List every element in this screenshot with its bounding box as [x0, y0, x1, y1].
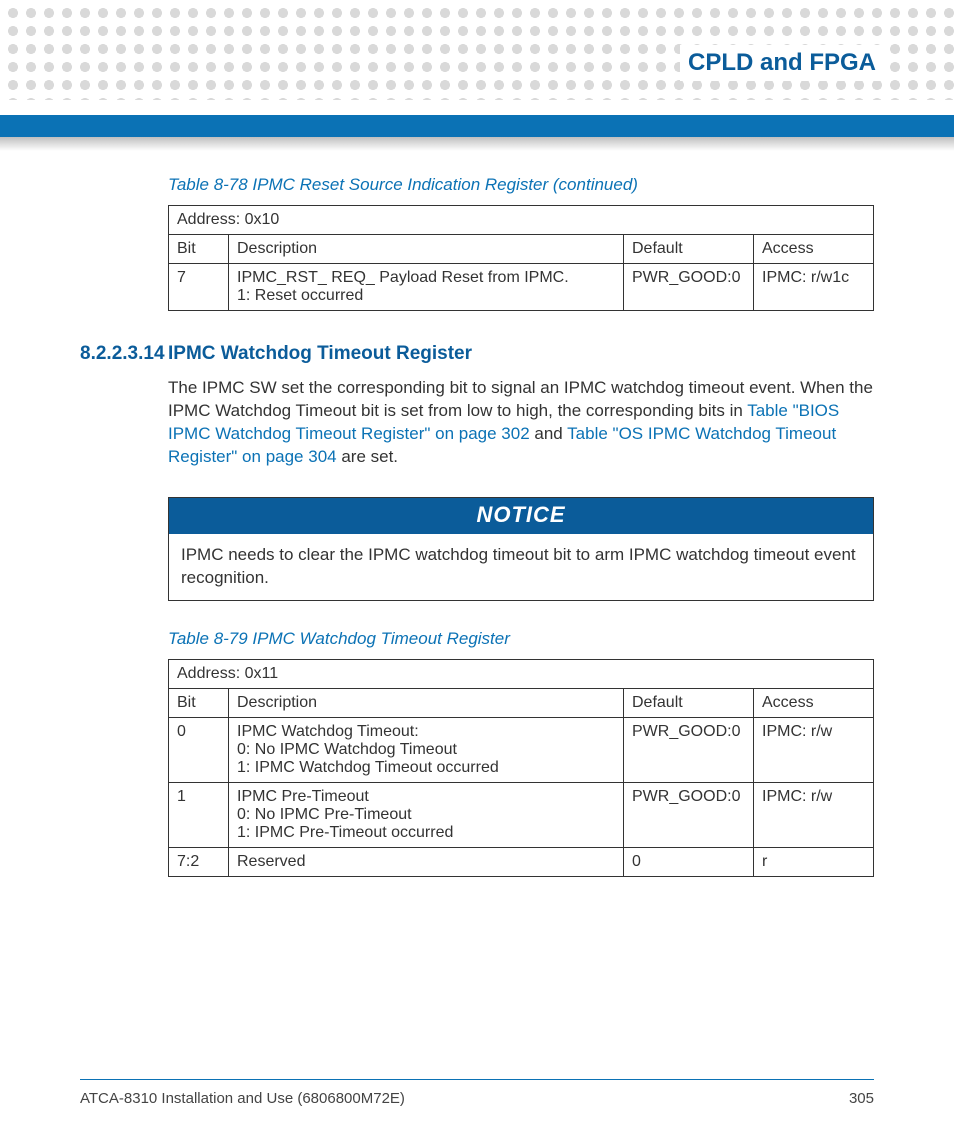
- cell-default: PWR_GOOD:0: [624, 264, 754, 311]
- col-header: Bit: [169, 235, 229, 264]
- notice-header: NOTICE: [169, 498, 873, 534]
- col-header: Access: [754, 688, 874, 717]
- footer-page-number: 305: [849, 1090, 874, 1107]
- cell-bit: 1: [169, 782, 229, 847]
- section-number: 8.2.2.3.14: [80, 343, 168, 365]
- col-header: Default: [624, 688, 754, 717]
- footer-rule: [80, 1079, 874, 1080]
- notice-body: IPMC needs to clear the IPMC watchdog ti…: [169, 534, 873, 600]
- table-78-caption: Table 8-78 IPMC Reset Source Indication …: [168, 175, 874, 195]
- col-header: Description: [229, 235, 624, 264]
- cell-access: r: [754, 847, 874, 876]
- notice-box: NOTICE IPMC needs to clear the IPMC watc…: [168, 497, 874, 601]
- cell-access: IPMC: r/w: [754, 782, 874, 847]
- page-footer: ATCA-8310 Installation and Use (6806800M…: [80, 1079, 874, 1107]
- cell-bit: 7:2: [169, 847, 229, 876]
- page-content: Table 8-78 IPMC Reset Source Indication …: [80, 175, 874, 1145]
- table-address: Address: 0x11: [169, 659, 874, 688]
- section-title: IPMC Watchdog Timeout Register: [168, 343, 472, 364]
- chapter-title: CPLD and FPGA: [680, 45, 884, 81]
- table-row: 7 IPMC_RST_ REQ_ Payload Reset from IPMC…: [169, 264, 874, 311]
- table-78: Address: 0x10 Bit Description Default Ac…: [168, 205, 874, 311]
- col-header: Bit: [169, 688, 229, 717]
- cell-default: PWR_GOOD:0: [624, 717, 754, 782]
- cell-desc: IPMC Pre-Timeout 0: No IPMC Pre-Timeout …: [229, 782, 624, 847]
- cell-desc: Reserved: [229, 847, 624, 876]
- col-header: Access: [754, 235, 874, 264]
- table-79-caption: Table 8-79 IPMC Watchdog Timeout Registe…: [168, 629, 874, 649]
- text: and: [530, 424, 568, 443]
- section-paragraph: The IPMC SW set the corresponding bit to…: [168, 377, 874, 469]
- table-row: 1 IPMC Pre-Timeout 0: No IPMC Pre-Timeou…: [169, 782, 874, 847]
- cell-default: PWR_GOOD:0: [624, 782, 754, 847]
- col-header: Description: [229, 688, 624, 717]
- table-row: 0 IPMC Watchdog Timeout: 0: No IPMC Watc…: [169, 717, 874, 782]
- cell-bit: 0: [169, 717, 229, 782]
- table-row: Address: 0x10: [169, 206, 874, 235]
- cell-access: IPMC: r/w: [754, 717, 874, 782]
- cell-default: 0: [624, 847, 754, 876]
- text: are set.: [337, 447, 398, 466]
- col-header: Default: [624, 235, 754, 264]
- table-address: Address: 0x10: [169, 206, 874, 235]
- cell-bit: 7: [169, 264, 229, 311]
- header-shadow: [0, 137, 954, 151]
- cell-access: IPMC: r/w1c: [754, 264, 874, 311]
- table-row: Bit Description Default Access: [169, 235, 874, 264]
- header-bar: [0, 115, 954, 137]
- cell-desc: IPMC Watchdog Timeout: 0: No IPMC Watchd…: [229, 717, 624, 782]
- table-row: 7:2 Reserved 0 r: [169, 847, 874, 876]
- table-row: Bit Description Default Access: [169, 688, 874, 717]
- footer-doc-title: ATCA-8310 Installation and Use (6806800M…: [80, 1090, 405, 1107]
- table-79: Address: 0x11 Bit Description Default Ac…: [168, 659, 874, 877]
- table-row: Address: 0x11: [169, 659, 874, 688]
- section-heading: 8.2.2.3.14IPMC Watchdog Timeout Register: [80, 343, 874, 365]
- cell-desc: IPMC_RST_ REQ_ Payload Reset from IPMC. …: [229, 264, 624, 311]
